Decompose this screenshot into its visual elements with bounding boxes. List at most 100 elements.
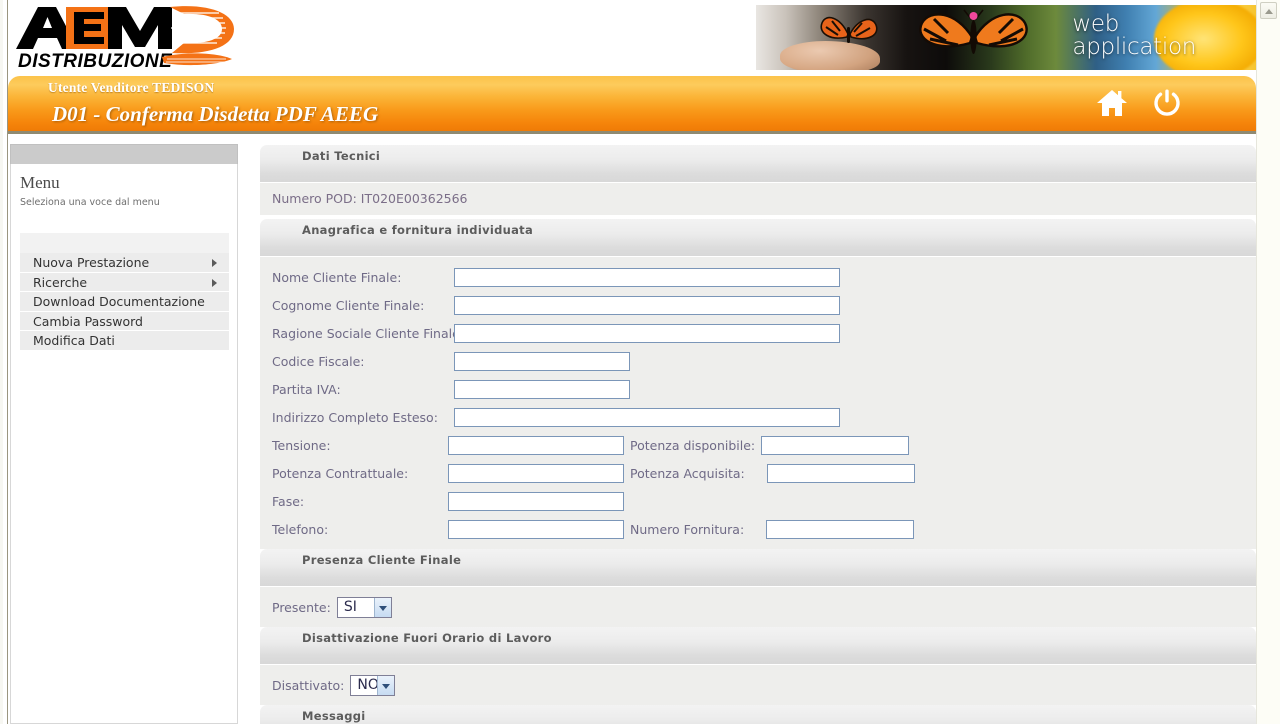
field-row-partita-iva: Partita IVA:: [260, 375, 1256, 403]
disattivato-row: Disattivato: NO: [260, 665, 1256, 705]
section-title: Disattivazione Fuori Orario di Lavoro: [302, 631, 552, 645]
field-label: Potenza disponibile:: [630, 437, 756, 453]
web-application-banner: web application: [756, 5, 1256, 70]
disattivato-label: Disattivato:: [272, 677, 345, 693]
submenu-arrow-icon: [212, 259, 217, 267]
field-row-telefono: Telefono: Numero Fornitura:: [260, 515, 1256, 543]
field-row-indirizzo: Indirizzo Completo Esteso:: [260, 403, 1256, 431]
section-title: Anagrafica e fornitura individuata: [302, 223, 534, 237]
sidebar-item-label: Download Documentazione: [33, 294, 205, 309]
section-header-messaggi: Messaggi: [260, 705, 1256, 724]
banner-caption-line2: application: [1072, 34, 1196, 60]
presente-select[interactable]: SI: [336, 596, 392, 618]
sidebar-menu: Nuova Prestazione Ricerche Download Docu…: [20, 253, 229, 351]
sidebar-title: Menu: [20, 173, 60, 192]
sidebar-header-bar: [10, 144, 238, 164]
field-row-codice-fiscale: Codice Fiscale:: [260, 347, 1256, 375]
field-label: Partita IVA:: [272, 381, 341, 397]
section-body-disattivazione: Disattivato: NO: [260, 665, 1256, 705]
sidebar-item-modifica-dati[interactable]: Modifica Dati: [20, 331, 229, 351]
field-label: Telefono:: [272, 521, 329, 537]
fase-input[interactable]: [448, 491, 624, 511]
butterfly-icon-small: [820, 16, 878, 43]
ragione-sociale-input[interactable]: [454, 323, 840, 343]
page-title-bar: Utente Venditore TEDISON D01 - Conferma …: [8, 76, 1256, 134]
pod-number-row: Numero POD: IT020E00362566: [260, 183, 1256, 215]
section-body-anagrafica: Nome Cliente Finale: Cognome Cliente Fin…: [260, 257, 1256, 549]
field-label: Indirizzo Completo Esteso:: [272, 409, 438, 425]
scrollbar-track[interactable]: [1260, 21, 1277, 721]
presente-label: Presente:: [272, 599, 331, 615]
field-label: Ragione Sociale Cliente Finale:: [272, 325, 464, 341]
logged-user-label: Utente Venditore TEDISON: [48, 80, 215, 95]
application-window: DISTRIBUZIONE web application Utente Ven…: [0, 0, 1280, 724]
page-left-rail: [0, 0, 8, 724]
potenza-acquisita-input[interactable]: [766, 463, 915, 483]
section-header-anagrafica: Anagrafica e fornitura individuata: [260, 219, 1256, 257]
field-label: Fase:: [272, 493, 305, 509]
section-title: Dati Tecnici: [302, 149, 381, 163]
main-content: Dati Tecnici Numero POD: IT020E00362566 …: [260, 145, 1256, 724]
disattivato-selected-value: NO: [357, 676, 379, 693]
section-header-disattivazione: Disattivazione Fuori Orario di Lavoro: [260, 627, 1256, 665]
page-left-rail-inner: [0, 0, 3, 724]
sidebar-spacer: [20, 233, 229, 253]
field-row-cognome-cliente-finale: Cognome Cliente Finale:: [260, 291, 1256, 319]
field-label: Codice Fiscale:: [272, 353, 365, 369]
chevron-down-icon[interactable]: [373, 597, 391, 617]
codice-fiscale-input[interactable]: [454, 351, 630, 371]
page-title: D01 - Conferma Disdetta PDF AEEG: [52, 102, 379, 126]
field-row-potenza-contrattuale: Potenza Contrattuale: Potenza Acquisita:: [260, 459, 1256, 487]
numero-fornitura-input[interactable]: [766, 519, 915, 539]
section-body-dati-tecnici: Numero POD: IT020E00362566: [260, 183, 1256, 215]
sidebar-panel: Menu Seleziona una voce dal menu Nuova P…: [10, 144, 238, 724]
potenza-disponibile-input[interactable]: [761, 435, 910, 455]
nome-cliente-finale-input[interactable]: [454, 267, 840, 287]
titlebar-actions: [1096, 88, 1182, 118]
sidebar-item-nuova-prestazione[interactable]: Nuova Prestazione: [20, 253, 229, 273]
disattivato-select[interactable]: NO: [350, 674, 396, 696]
power-icon: [1154, 89, 1180, 116]
field-label: Cognome Cliente Finale:: [272, 297, 425, 313]
sidebar-item-cambia-password[interactable]: Cambia Password: [20, 311, 229, 331]
field-row-nome-cliente-finale: Nome Cliente Finale:: [260, 263, 1256, 291]
sidebar-item-download-documentazione[interactable]: Download Documentazione: [20, 292, 229, 312]
cognome-cliente-finale-input[interactable]: [454, 295, 840, 315]
submenu-arrow-icon: [212, 278, 217, 287]
field-row-fase: Fase:: [260, 487, 1256, 515]
field-row-ragione-sociale: Ragione Sociale Cliente Finale:: [260, 319, 1256, 347]
section-body-presenza: Presente: SI: [260, 587, 1256, 627]
sidebar-item-label: Ricerche: [33, 274, 88, 290]
section-title: Presenza Cliente Finale: [302, 553, 462, 567]
aem-distribuzione-logo: DISTRIBUZIONE: [12, 3, 240, 71]
sidebar-item-label: Nuova Prestazione: [33, 255, 150, 270]
field-row-tensione: Tensione: Potenza disponibile:: [260, 431, 1256, 459]
logout-button[interactable]: [1152, 88, 1182, 118]
presente-row: Presente: SI: [260, 587, 1256, 627]
indirizzo-completo-esteso-input[interactable]: [454, 407, 840, 427]
field-label: Potenza Contrattuale:: [272, 465, 409, 481]
vertical-scrollbar[interactable]: [1256, 0, 1280, 724]
sidebar-item-ricerche[interactable]: Ricerche: [20, 272, 229, 292]
banner-caption: web application: [1072, 13, 1196, 59]
field-label: Tensione:: [272, 437, 331, 453]
svg-text:DISTRIBUZIONE: DISTRIBUZIONE: [18, 51, 173, 71]
potenza-contrattuale-input[interactable]: [448, 463, 624, 483]
chevron-down-icon[interactable]: [377, 675, 395, 695]
telefono-input[interactable]: [448, 519, 624, 539]
field-label: Potenza Acquisita:: [630, 465, 745, 481]
anagrafica-form: Nome Cliente Finale: Cognome Cliente Fin…: [260, 257, 1256, 549]
field-label: Nome Cliente Finale:: [272, 269, 402, 285]
partita-iva-input[interactable]: [454, 379, 630, 399]
section-title: Messaggi: [302, 709, 366, 723]
sidebar-item-label: Cambia Password: [33, 313, 143, 329]
page-header: DISTRIBUZIONE web application: [8, 0, 1256, 74]
scroll-up-button[interactable]: [1260, 2, 1277, 19]
section-header-presenza-cliente-finale: Presenza Cliente Finale: [260, 549, 1256, 587]
home-button[interactable]: [1096, 88, 1128, 118]
tensione-input[interactable]: [448, 435, 624, 455]
section-header-dati-tecnici: Dati Tecnici: [260, 145, 1256, 183]
field-label: Numero Fornitura:: [630, 521, 745, 537]
home-icon: [1097, 90, 1127, 116]
sidebar-subtitle: Seleziona una voce dal menu: [20, 197, 160, 208]
